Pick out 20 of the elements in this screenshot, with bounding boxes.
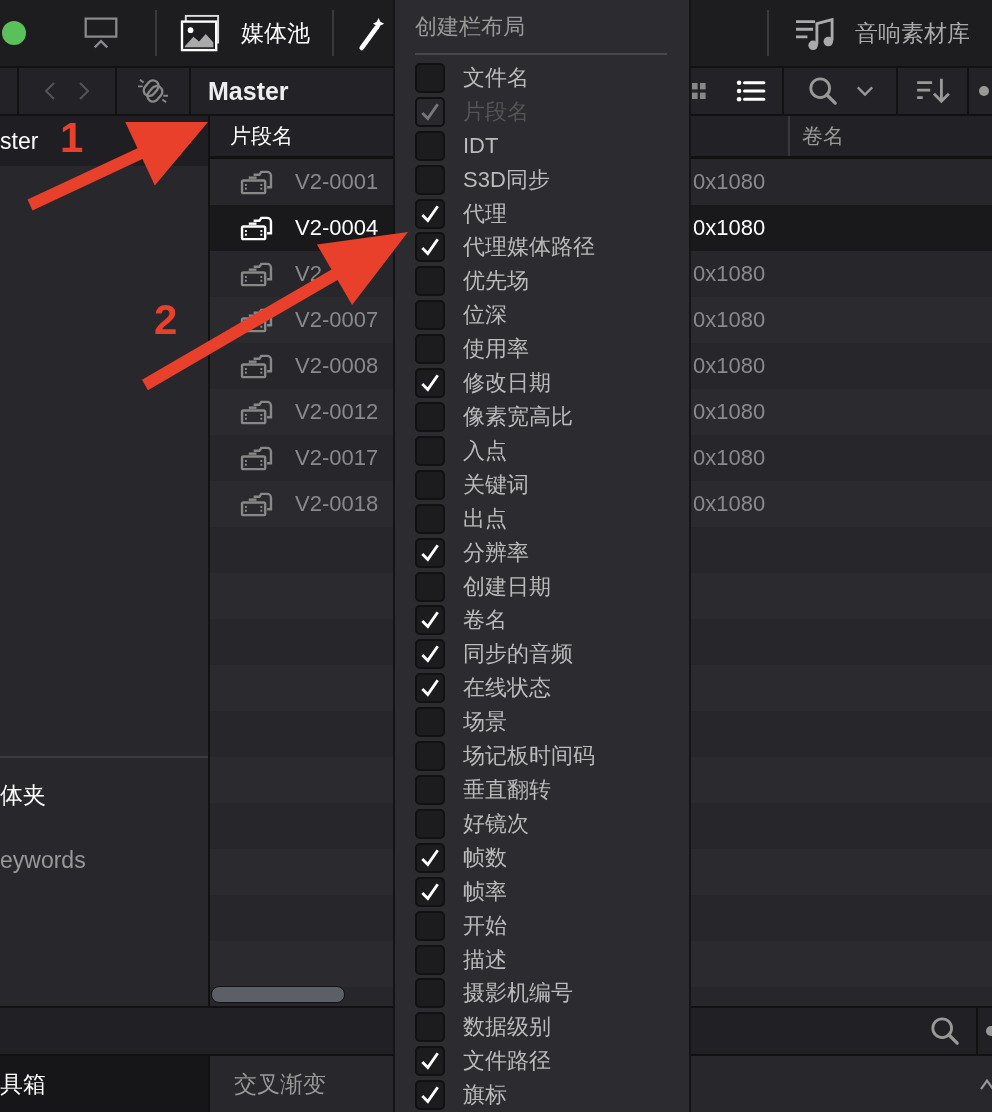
menu-title: 创建栏布局 (415, 13, 525, 41)
table-cell-text: V2-0017 (295, 445, 380, 471)
smart-bins-title: 体夹 (0, 781, 46, 810)
table-cell-text: V2-0007 (295, 307, 380, 333)
table-cell-text: V2-0001 (295, 169, 380, 195)
table-cell-text: V2-0018 (295, 491, 380, 517)
annotation-number: 2 (154, 299, 178, 341)
table-cell: 0x1080 (693, 215, 766, 241)
table-cell: 0x1080 (693, 353, 766, 379)
table-cell-text: V2-0012 (295, 399, 380, 425)
table-cell-text: V2-0008 (295, 353, 380, 379)
table-cell: 0x1080 (693, 169, 766, 195)
bin-title: Master (208, 76, 289, 106)
table-cell: 0x1080 (693, 307, 766, 333)
table-cell: 0x1080 (693, 491, 766, 517)
table-cell: 0x1080 (693, 399, 766, 425)
table-cell: 0x1080 (693, 261, 766, 287)
table-cell: 0x1080 (693, 445, 766, 471)
annotation-number: 1 (60, 117, 84, 159)
table-cell-text: V2-0004 (295, 215, 380, 241)
